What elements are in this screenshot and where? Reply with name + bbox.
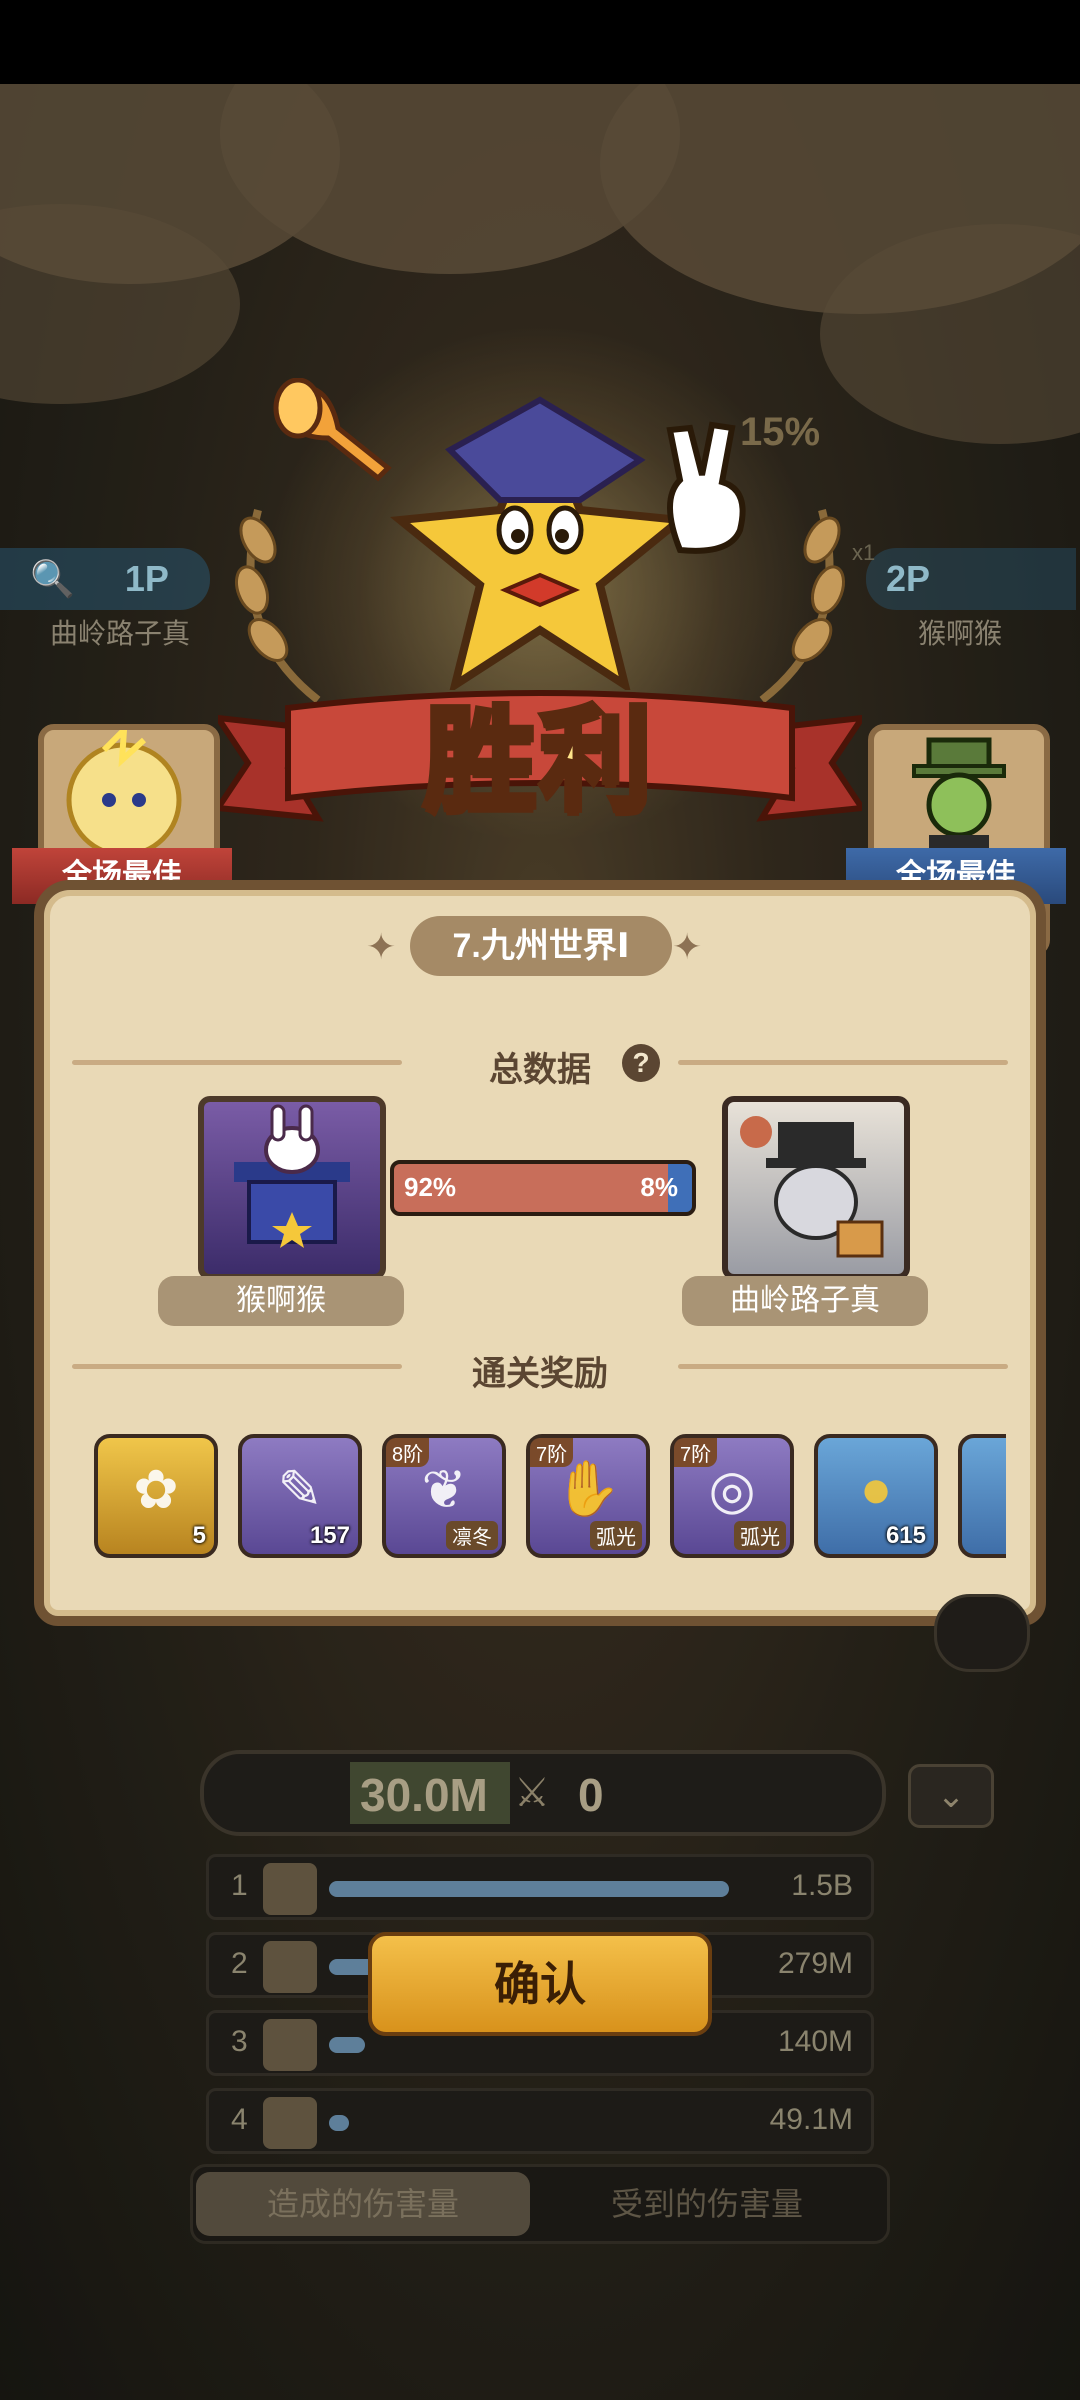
damage-value: 279M [777, 1947, 853, 1980]
reward-tag: 弧光 [734, 1521, 786, 1550]
confirm-button[interactable]: 确认 [368, 1932, 712, 2036]
player-left-name: 猴啊猴 [158, 1276, 404, 1326]
tab-damage-taken[interactable]: 受到的伤害量 [540, 2172, 874, 2236]
magic-hat-rabbit-icon [234, 1104, 350, 1248]
gold-coin-icon: ● [859, 1459, 893, 1519]
chat-button[interactable] [934, 1594, 1030, 1672]
winged-halo-icon: ◎ [708, 1460, 756, 1520]
gear-ornament-icon: ✿ [133, 1460, 179, 1520]
divider-left-2 [72, 1364, 402, 1369]
level-name-badge: 7.九州世界Ⅰ [410, 916, 672, 976]
damage-rank: 3 [231, 2025, 248, 2058]
player-left-portrait [198, 1096, 386, 1280]
contribution-ratio-bar: 92% 8% [390, 1160, 696, 1216]
reward-item[interactable]: ✋ 7阶 弧光 [526, 1434, 650, 1558]
player-right-portrait [722, 1096, 910, 1280]
winged-glove-icon: ✋ [554, 1459, 622, 1519]
star-mascot-icon [390, 396, 690, 690]
divider-right [678, 1060, 1008, 1065]
damage-value: 49.1M [769, 2103, 853, 2136]
reward-count: 615 [885, 1522, 926, 1549]
divider-right-2 [678, 1364, 1008, 1369]
star-ornament-right-icon: ✦ [672, 926, 703, 967]
reward-item[interactable]: ✎ 157 [238, 1434, 362, 1558]
avatar [263, 1863, 317, 1915]
damage-row: 4 49.1M [206, 2088, 874, 2154]
damage-rank: 2 [231, 1947, 248, 1980]
rewards-list[interactable]: ✿ 5 ✎ 157 ❦ 8阶 凛冬 ✋ 7阶 弧光 ◎ 7阶 弧光 ● 615 [94, 1434, 1006, 1564]
trumpet-icon [273, 378, 392, 482]
avatar [263, 2019, 317, 2071]
reward-tag: 弧光 [590, 1521, 642, 1550]
damage-bar [329, 1881, 729, 1897]
ratio-right-text: 8% [640, 1172, 678, 1202]
chevron-down-icon[interactable]: ⌄ [908, 1764, 994, 1828]
laurel-left-icon [234, 509, 321, 704]
reward-tier: 7阶 [674, 1438, 718, 1467]
victory-title: 胜利 [421, 693, 656, 829]
reward-item[interactable]: ✿ 5 [94, 1434, 218, 1558]
reward-count: 5 [192, 1522, 206, 1549]
player-right-name: 曲岭路子真 [682, 1276, 928, 1326]
tab-damage-dealt[interactable]: 造成的伤害量 [196, 2172, 530, 2236]
opponent-damage-value: 0 [578, 1769, 604, 1821]
damage-rank: 4 [231, 2103, 248, 2136]
damage-row: 1 1.5B [206, 1854, 874, 1920]
reward-item[interactable]: ◎ 7阶 弧光 [670, 1434, 794, 1558]
reward-item[interactable] [958, 1434, 1006, 1558]
damage-rank: 1 [231, 1869, 248, 1902]
damage-value: 1.5B [791, 1869, 853, 1902]
status-bar [0, 0, 1080, 84]
cat-chef-icon [740, 1116, 884, 1258]
star-ornament-left-icon: ✦ [366, 926, 397, 967]
damage-bar [329, 2115, 349, 2131]
reward-tier: 7阶 [530, 1438, 574, 1467]
player-1-name: 曲岭路子真 [49, 618, 190, 649]
reward-item[interactable]: ❦ 8阶 凛冬 [382, 1434, 506, 1558]
reward-count: 157 [309, 1522, 350, 1549]
divider-left [72, 1060, 402, 1065]
help-icon[interactable]: ? [622, 1044, 660, 1082]
player-2-tag: 2P [866, 548, 1076, 610]
ratio-left-text: 92% [404, 1172, 457, 1202]
avatar [263, 1941, 317, 1993]
winged-boot-icon: ❦ [421, 1460, 467, 1520]
damage-bar [329, 2037, 365, 2053]
scroll-quill-icon: ✎ [277, 1460, 323, 1520]
total-data-title: 总数据 [489, 1051, 591, 1089]
reward-tag: 凛冬 [446, 1521, 498, 1550]
reward-item[interactable]: ● 615 [814, 1434, 938, 1558]
peace-hand-icon [666, 421, 746, 554]
reward-tier: 8阶 [386, 1438, 430, 1467]
player-2-name: 猴啊猴 [917, 618, 1002, 649]
rewards-title: 通关奖励 [472, 1355, 608, 1393]
player-1-tag: 🔍 1P [0, 548, 210, 610]
avatar [263, 2097, 317, 2149]
total-damage-value: 30.0M [360, 1769, 488, 1821]
crossed-swords-icon: ⚔ [514, 1771, 550, 1815]
damage-value: 140M [777, 2025, 853, 2058]
